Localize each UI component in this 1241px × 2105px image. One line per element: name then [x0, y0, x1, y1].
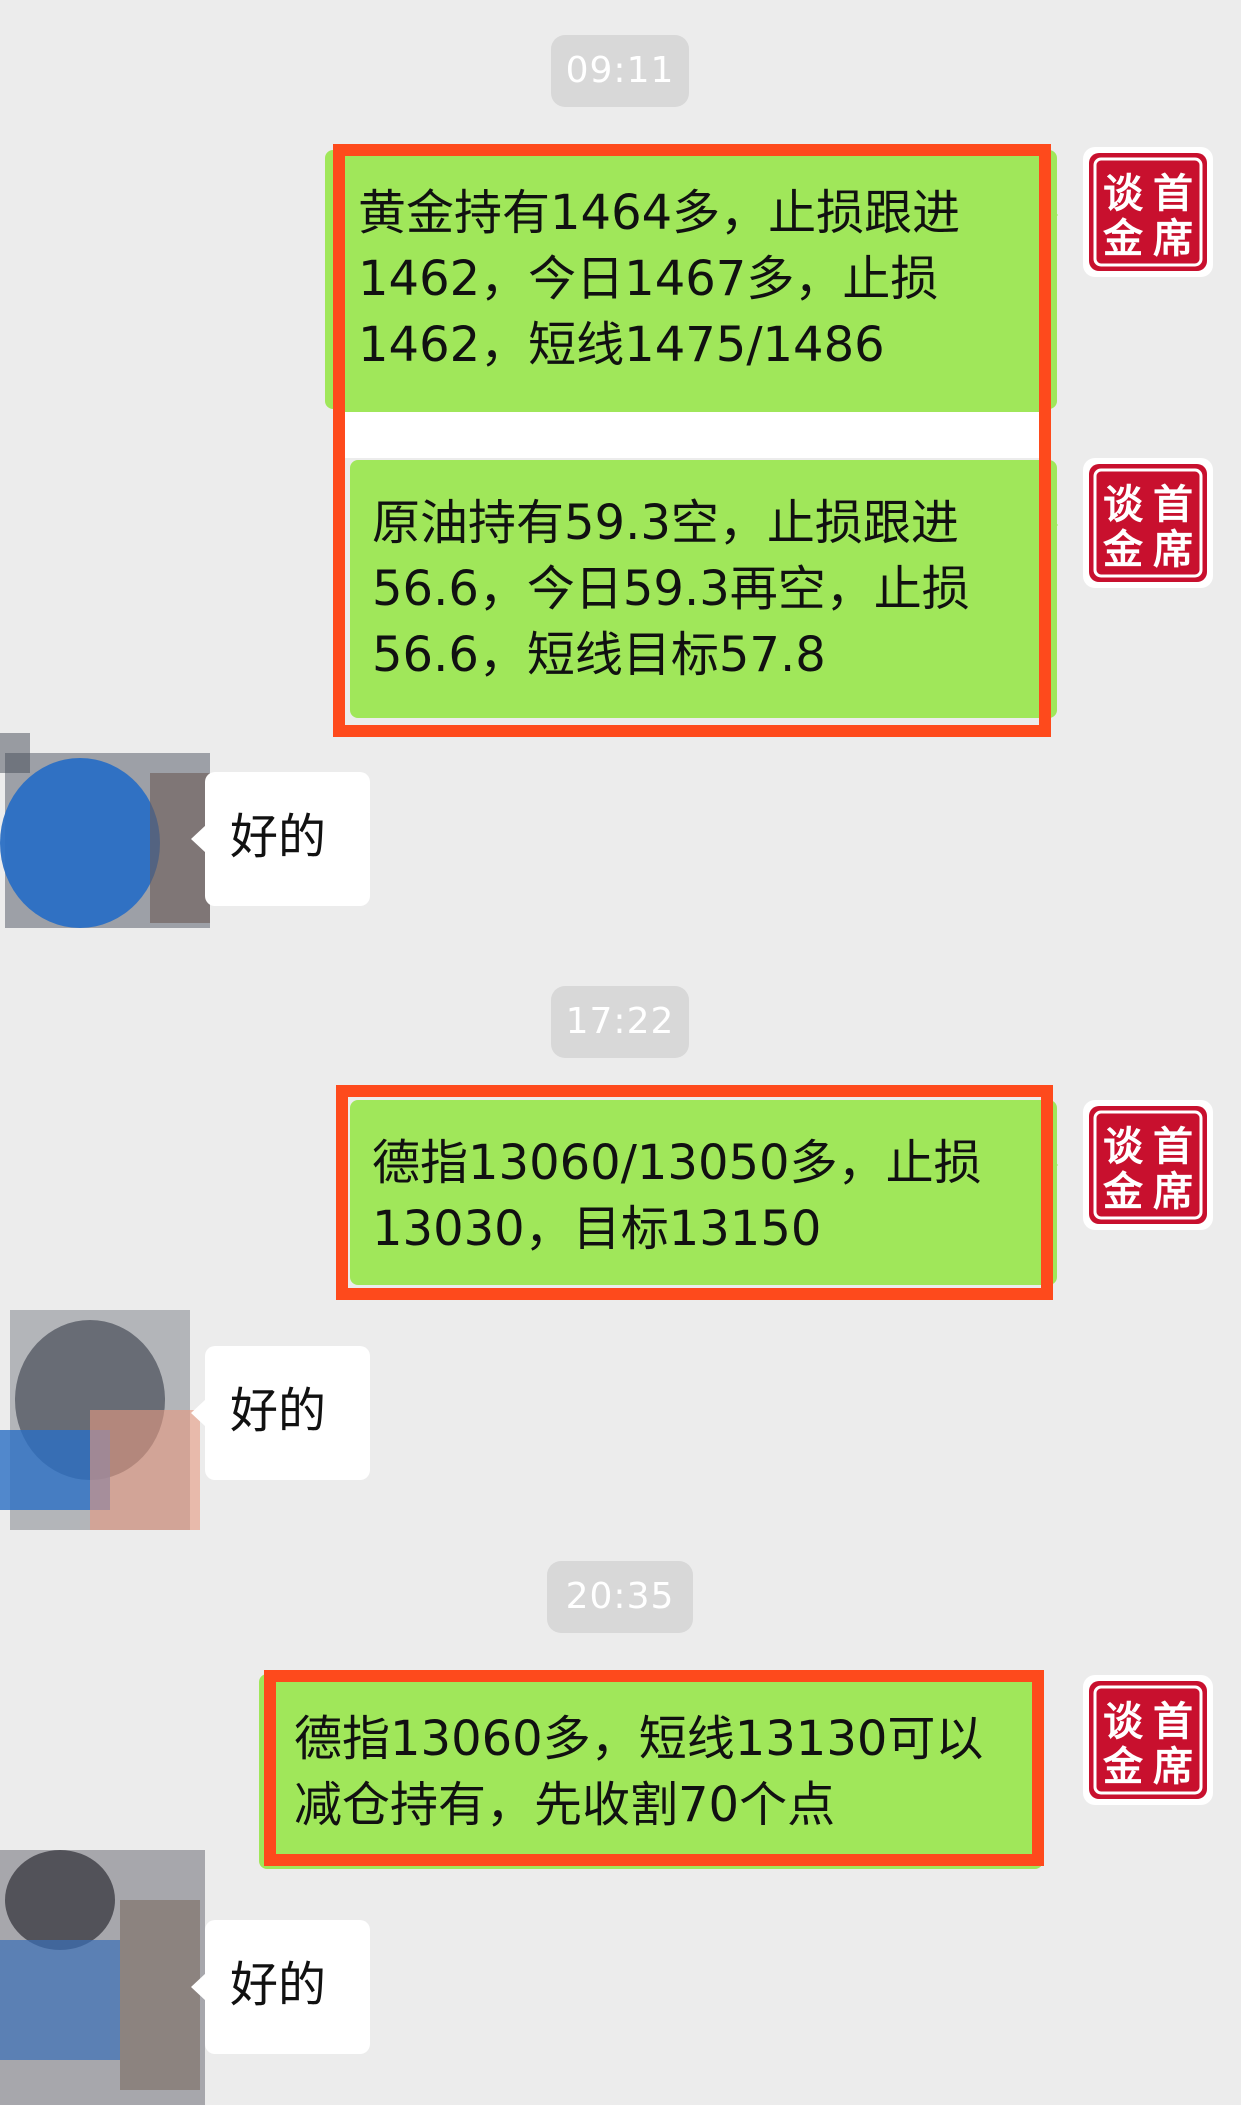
- svg-text:谈: 谈: [1103, 1124, 1144, 1170]
- svg-text:谈: 谈: [1103, 1699, 1144, 1745]
- svg-text:席: 席: [1153, 216, 1193, 262]
- contact-avatar[interactable]: [0, 1840, 220, 2105]
- divider: [345, 409, 1039, 412]
- seal-logo-avatar[interactable]: 谈 首 金 席: [1083, 1100, 1213, 1230]
- incoming-message[interactable]: 好的: [191, 1346, 370, 1480]
- svg-text:金: 金: [1102, 1744, 1144, 1790]
- divider-gap: [345, 412, 1039, 458]
- svg-text:首: 首: [1153, 1124, 1193, 1170]
- contact-avatar[interactable]: [0, 733, 220, 953]
- contact-avatar[interactable]: [0, 1290, 220, 1530]
- svg-text:首: 首: [1153, 1699, 1193, 1745]
- avatar-image: [0, 1850, 205, 2105]
- outgoing-message[interactable]: 黄金持有1464多，止损跟进 1462，今日1467多，止损 1462，短线14…: [325, 150, 1057, 409]
- bubble-tail: [1043, 1140, 1058, 1190]
- timestamp: 09:11: [551, 35, 689, 107]
- timestamp: 20:35: [547, 1561, 693, 1633]
- incoming-message-text: 好的: [230, 1383, 327, 1439]
- svg-text:首: 首: [1153, 171, 1193, 217]
- incoming-message-text: 好的: [230, 1957, 327, 2013]
- seal-logo-icon: 谈 首 金 席: [1089, 464, 1207, 582]
- seal-logo-avatar[interactable]: 谈 首 金 席: [1083, 458, 1213, 588]
- avatar-image: [0, 733, 210, 928]
- seal-logo-icon: 谈 首 金 席: [1089, 153, 1207, 271]
- seal-logo-icon: 谈 首 金 席: [1089, 1681, 1207, 1799]
- bubble-tail: [1043, 190, 1058, 240]
- svg-text:金: 金: [1102, 527, 1144, 573]
- svg-text:席: 席: [1153, 527, 1193, 573]
- svg-text:席: 席: [1153, 1169, 1193, 1215]
- svg-text:首: 首: [1153, 482, 1193, 528]
- timestamp: 17:22: [551, 986, 689, 1058]
- svg-text:金: 金: [1102, 1169, 1144, 1215]
- incoming-message-text: 好的: [230, 809, 327, 865]
- outgoing-message[interactable]: 德指13060多，短线13130可以 减仓持有，先收割70个点: [259, 1674, 1043, 1869]
- incoming-message[interactable]: 好的: [191, 1920, 370, 2054]
- svg-text:谈: 谈: [1103, 482, 1144, 528]
- svg-text:金: 金: [1102, 216, 1144, 262]
- svg-text:席: 席: [1153, 1744, 1193, 1790]
- seal-logo-icon: 谈 首 金 席: [1089, 1106, 1207, 1224]
- outgoing-message[interactable]: 德指13060/13050多，止损 13030，目标13150: [350, 1100, 1057, 1285]
- incoming-message[interactable]: 好的: [191, 772, 370, 906]
- avatar-image: [0, 1310, 200, 1530]
- bubble-tail: [1043, 500, 1058, 550]
- bubble-tail: [1029, 1715, 1044, 1765]
- seal-logo-avatar[interactable]: 谈 首 金 席: [1083, 1675, 1213, 1805]
- svg-text:谈: 谈: [1103, 171, 1144, 217]
- seal-logo-avatar[interactable]: 谈 首 金 席: [1083, 147, 1213, 277]
- outgoing-message[interactable]: 原油持有59.3空，止损跟进 56.6，今日59.3再空，止损 56.6，短线目…: [350, 460, 1057, 718]
